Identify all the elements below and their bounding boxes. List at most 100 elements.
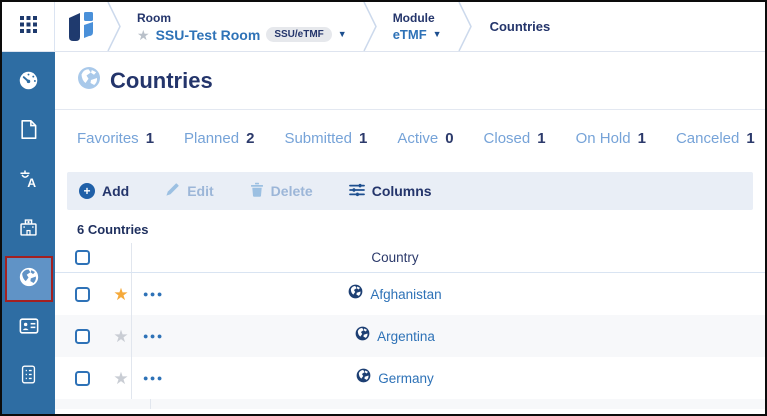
tab-count: 1	[638, 130, 646, 147]
page-title-bar: Countries	[55, 52, 765, 110]
app-grid-button[interactable]	[2, 2, 55, 51]
table-row: ★ ●●● Argentina	[55, 315, 765, 357]
columns-label: Columns	[372, 183, 432, 199]
countries-globe-icon	[18, 266, 40, 293]
module-label: Module	[393, 11, 442, 25]
module-name[interactable]: eTMF	[393, 27, 427, 42]
sidebar-item-checklist[interactable]	[5, 354, 53, 400]
sidebar-item-countries[interactable]	[5, 256, 53, 302]
countries-table: Country ★ ●●● Afghanistan	[55, 243, 765, 414]
breadcrumb-module: Module eTMF ▼	[377, 2, 458, 51]
delete-button[interactable]: Delete	[250, 182, 313, 200]
room-name[interactable]: SSU-Test Room	[156, 27, 261, 43]
favorite-star-icon[interactable]: ★	[111, 328, 131, 345]
page-globe-icon	[77, 66, 101, 95]
room-favorite-star-icon[interactable]: ★	[137, 28, 150, 42]
tab-label: Submitted	[284, 130, 352, 147]
svg-text:A: A	[27, 176, 36, 189]
module-dropdown-caret-icon[interactable]: ▼	[433, 30, 442, 39]
room-type-badge: SSU/eTMF	[266, 27, 331, 42]
breadcrumb-room: Room ★ SSU-Test Room SSU/eTMF ▼	[121, 2, 363, 51]
sidebar-item-dashboard[interactable]	[5, 60, 53, 106]
edit-label: Edit	[187, 183, 213, 199]
row-actions-menu[interactable]: ●●●	[143, 289, 164, 299]
document-icon	[19, 119, 38, 145]
tab-label: On Hold	[576, 130, 631, 147]
header-menu-spacer	[131, 243, 171, 272]
room-selector[interactable]: ★ SSU-Test Room SSU/eTMF ▼	[137, 27, 347, 43]
contact-card-icon	[18, 316, 40, 341]
tab-submitted[interactable]: Submitted 1	[284, 130, 367, 147]
row-checkbox[interactable]	[75, 371, 90, 386]
country-link[interactable]: Germany	[378, 371, 434, 386]
pencil-icon	[165, 182, 180, 200]
partial-next-row	[55, 399, 765, 409]
hospital-icon	[18, 217, 39, 243]
country-globe-icon	[356, 368, 371, 388]
country-link[interactable]: Argentina	[377, 329, 435, 344]
delete-label: Delete	[271, 183, 313, 199]
trash-icon	[250, 182, 264, 200]
country-globe-icon	[348, 284, 363, 304]
tab-label: Canceled	[676, 130, 739, 147]
record-count-summary: 6 Countries	[77, 222, 765, 237]
sidebar-item-facilities[interactable]	[5, 207, 53, 253]
tab-count: 1	[359, 130, 367, 147]
dashboard-icon	[18, 70, 39, 96]
table-row: ★ ●●● Germany	[55, 357, 765, 399]
column-sliders-icon	[349, 183, 365, 200]
add-button[interactable]: + Add	[79, 183, 129, 199]
app-window: Room ★ SSU-Test Room SSU/eTMF ▼ Module e…	[0, 0, 767, 416]
row-checkbox[interactable]	[75, 329, 90, 344]
tab-label: Closed	[484, 130, 531, 147]
checklist-icon	[19, 364, 38, 390]
favorite-star-icon[interactable]: ★	[111, 370, 131, 387]
country-globe-icon	[355, 326, 370, 346]
plus-circle-icon: +	[79, 183, 95, 199]
room-dropdown-caret-icon[interactable]: ▼	[338, 30, 347, 39]
tab-count: 1	[746, 130, 754, 147]
tab-count: 1	[537, 130, 545, 147]
sidebar-item-translations[interactable]: A	[5, 158, 53, 204]
tab-label: Favorites	[77, 130, 139, 147]
add-label: Add	[102, 183, 129, 199]
country-column-header[interactable]: Country	[371, 250, 418, 265]
favorite-star-icon[interactable]: ★	[111, 286, 131, 303]
tab-planned[interactable]: Planned 2	[184, 130, 254, 147]
page-title: Countries	[110, 68, 213, 94]
tab-active[interactable]: Active 0	[397, 130, 453, 147]
table-header-row: Country	[55, 243, 765, 273]
tab-closed[interactable]: Closed 1	[484, 130, 546, 147]
vault-logo-icon	[66, 10, 96, 44]
country-link[interactable]: Afghanistan	[370, 287, 441, 302]
sidebar-item-documents[interactable]	[5, 109, 53, 155]
breadcrumb-separator	[458, 2, 472, 51]
vault-logo[interactable]	[55, 2, 107, 51]
tab-on-hold[interactable]: On Hold 1	[576, 130, 646, 147]
tab-count: 0	[445, 130, 453, 147]
breadcrumb-current-page: Countries	[472, 2, 569, 51]
breadcrumb-separator	[107, 2, 121, 51]
columns-button[interactable]: Columns	[349, 183, 432, 200]
tab-count: 2	[246, 130, 254, 147]
tab-label: Active	[397, 130, 438, 147]
tab-canceled[interactable]: Canceled 1	[676, 130, 755, 147]
row-checkbox[interactable]	[75, 287, 90, 302]
tab-label: Planned	[184, 130, 239, 147]
breadcrumb-separator	[363, 2, 377, 51]
table-row: ★ ●●● Afghanistan	[55, 273, 765, 315]
tab-favorites[interactable]: Favorites 1	[77, 130, 154, 147]
grid-icon	[20, 16, 37, 38]
translate-icon: A	[18, 168, 39, 194]
status-filter-tabs: Favorites 1 Planned 2 Submitted 1 Active…	[55, 110, 765, 166]
sidebar-item-contacts[interactable]	[5, 305, 53, 351]
icon-sidebar: A	[2, 52, 55, 414]
select-all-checkbox[interactable]	[75, 250, 90, 265]
edit-button[interactable]: Edit	[165, 182, 213, 200]
top-bar: Room ★ SSU-Test Room SSU/eTMF ▼ Module e…	[2, 2, 765, 52]
row-actions-menu[interactable]: ●●●	[143, 373, 164, 383]
main-content: Countries Favorites 1 Planned 2 Submitte…	[55, 52, 765, 414]
module-selector[interactable]: eTMF ▼	[393, 27, 442, 42]
table-toolbar: + Add Edit	[67, 172, 753, 210]
row-actions-menu[interactable]: ●●●	[143, 331, 164, 341]
